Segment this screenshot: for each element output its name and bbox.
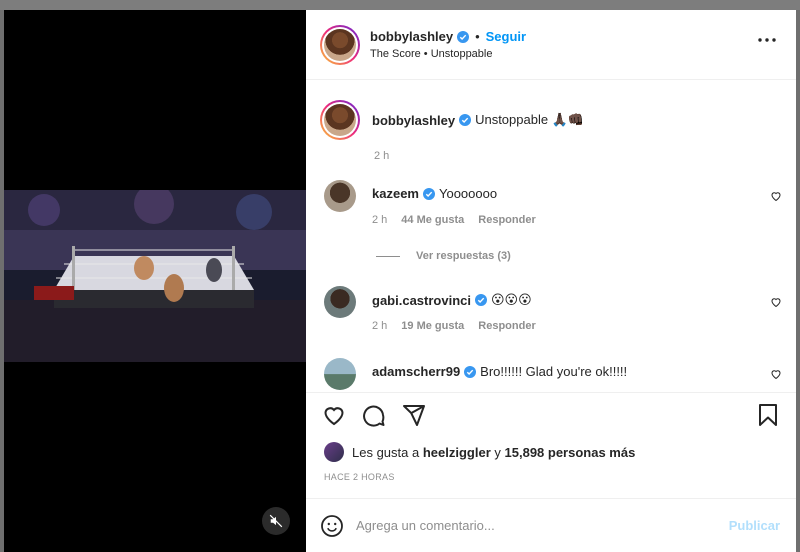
- comment-icon[interactable]: [362, 403, 386, 427]
- commenter-avatar[interactable]: [324, 358, 356, 390]
- post-caption: bobbylashley Unstoppable 🙏🏿👊🏿 2 h: [320, 100, 584, 162]
- comments-section[interactable]: bobbylashley Unstoppable 🙏🏿👊🏿 2 h kazeem: [306, 80, 796, 392]
- comment-heart-icon[interactable]: [770, 190, 782, 202]
- comment-text: Bro!!!!!! Glad you're ok!!!!!: [480, 364, 628, 379]
- reply-button[interactable]: Responder: [478, 320, 535, 332]
- video-player[interactable]: [4, 10, 306, 552]
- more-options-icon[interactable]: [758, 38, 776, 42]
- commenter-username[interactable]: kazeem: [372, 186, 419, 201]
- verified-badge-icon: [422, 187, 435, 200]
- comment-text: Yooooooo: [438, 186, 498, 201]
- comment-heart-icon[interactable]: [770, 368, 782, 380]
- verified-badge-icon: [459, 114, 472, 126]
- video-frame: [4, 190, 306, 362]
- author-username[interactable]: bobbylashley: [370, 29, 453, 44]
- comment-text: 😮😮😮: [490, 292, 532, 307]
- verified-badge-icon: [457, 30, 470, 43]
- commenter-username[interactable]: gabi.castrovinci: [372, 293, 471, 308]
- post-header: bobbylashley • Seguir The Score • Unstop…: [306, 10, 796, 80]
- separator-dot: •: [475, 29, 480, 44]
- publish-button[interactable]: Publicar: [729, 518, 780, 533]
- view-replies-button[interactable]: Ver respuestas (3): [376, 250, 511, 262]
- comment-item: adamscherr99 Bro!!!!!! Glad you're ok!!!…: [320, 358, 782, 392]
- comment-item: gabi.castrovinci 😮😮😮 2 h 19 Me gusta Res…: [320, 286, 782, 366]
- post-modal: bobbylashley • Seguir The Score • Unstop…: [4, 10, 796, 552]
- emoji-icon[interactable]: [320, 514, 344, 538]
- post-timestamp: HACE 2 HORAS: [324, 472, 395, 482]
- bookmark-icon[interactable]: [756, 403, 780, 427]
- verified-badge-icon: [464, 365, 477, 378]
- comment-composer: Agrega un comentario... Publicar: [306, 498, 796, 552]
- author-avatar[interactable]: [320, 24, 360, 65]
- background-top-bar: [0, 0, 800, 10]
- comment-time[interactable]: 2 h: [372, 214, 387, 226]
- comment-likes-count[interactable]: 44 Me gusta: [401, 214, 464, 226]
- audio-track[interactable]: The Score • Unstoppable: [370, 48, 526, 60]
- share-icon[interactable]: [402, 403, 426, 427]
- likes-connector: y: [494, 444, 501, 460]
- liker-avatar[interactable]: [324, 442, 344, 462]
- commenter-avatar[interactable]: [324, 286, 356, 318]
- caption-username[interactable]: bobbylashley: [372, 113, 455, 128]
- comment-item: kazeem Yooooooo 2 h 44 Me gusta Responde…: [320, 180, 782, 260]
- post-actions-bar: [306, 392, 796, 440]
- replies-line: [376, 255, 400, 257]
- comment-time[interactable]: 2 h: [372, 320, 387, 332]
- likes-others-count[interactable]: 15,898 personas más: [505, 445, 636, 460]
- heart-icon[interactable]: [322, 403, 346, 427]
- view-replies-label: Ver respuestas (3): [416, 250, 511, 262]
- comment-heart-icon[interactable]: [770, 296, 782, 308]
- likes-summary[interactable]: Les gusta a heelziggler y 15,898 persona…: [324, 442, 635, 462]
- comment-likes-count[interactable]: 19 Me gusta: [401, 320, 464, 332]
- commenter-username[interactable]: adamscherr99: [372, 364, 460, 379]
- muted-speaker-icon: [269, 514, 283, 528]
- mute-toggle-button[interactable]: [262, 507, 290, 535]
- comment-input[interactable]: Agrega un comentario...: [356, 518, 729, 533]
- post-details-panel: bobbylashley • Seguir The Score • Unstop…: [306, 10, 796, 552]
- liker-username[interactable]: heelziggler: [423, 445, 491, 460]
- verified-badge-icon: [474, 294, 487, 306]
- follow-button[interactable]: Seguir: [486, 29, 526, 44]
- commenter-avatar[interactable]: [324, 180, 356, 212]
- caption-timestamp: 2 h: [374, 150, 390, 162]
- caption-text: Unstoppable 🙏🏿👊🏿: [475, 112, 585, 127]
- caption-author-avatar[interactable]: [320, 100, 360, 140]
- reply-button[interactable]: Responder: [478, 214, 535, 226]
- likes-prefix: Les gusta a: [352, 444, 420, 460]
- wrestling-ring-image: [4, 190, 306, 362]
